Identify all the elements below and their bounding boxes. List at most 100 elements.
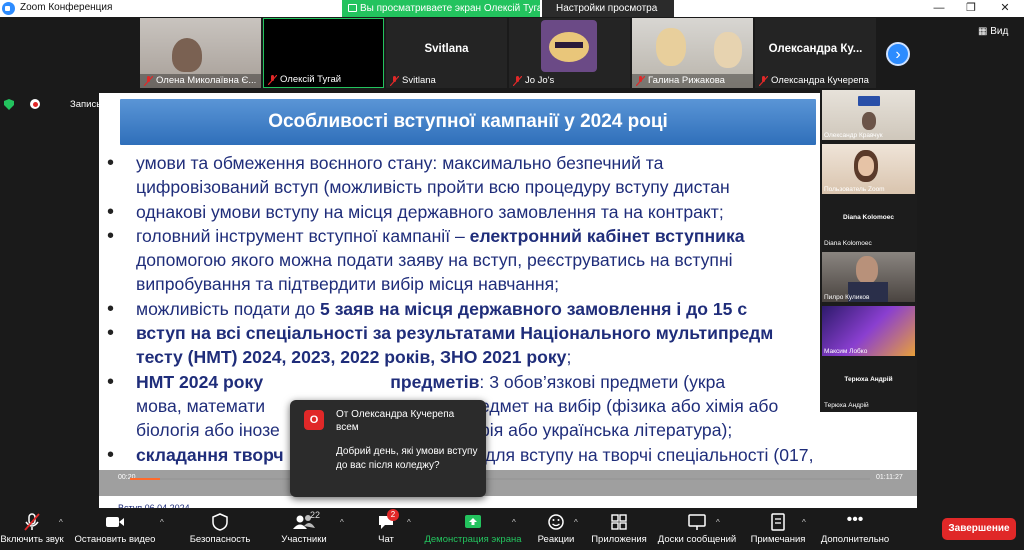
participant-name: Олена Миколаївна Є... <box>156 75 257 86</box>
share-options-caret[interactable]: ^ <box>512 518 516 527</box>
notes-button[interactable]: Примечания <box>746 512 810 548</box>
side-participant[interactable]: Diana Kolomoec Diana Kolomoec <box>822 198 915 248</box>
slide-text-run: 5 заяв на місця державного замовлення і … <box>320 298 748 319</box>
slide-bullet-line: вступ на всі спеціальності за результата… <box>107 321 917 346</box>
stop-video-label: Остановить видео <box>74 534 156 545</box>
mic-muted-icon <box>144 76 153 86</box>
slide-text-run: : 3 обов’язкові предмети (укра <box>479 371 726 392</box>
slide-text-run: Т для вступу на творчі спеціальності (01… <box>469 444 814 465</box>
stop-video-button[interactable]: Остановить видео <box>72 512 158 548</box>
chat-notification[interactable]: О От Олександра Кучерепа всем Добрий ден… <box>290 400 486 497</box>
slide-text-run <box>268 372 390 392</box>
share-screen-button[interactable]: Демонстрация экрана <box>424 512 522 548</box>
slide-text-run: вступ на всі спеціальності за результата… <box>136 323 774 344</box>
slide-text-run: цифровізований вступ (можливість пройти … <box>136 177 730 198</box>
participants-label: Участники <box>281 534 327 545</box>
side-participant-name: Пользователь Zoom <box>824 186 885 193</box>
sender-avatar: О <box>304 410 324 430</box>
view-button[interactable]: ▦ Вид <box>978 26 1008 37</box>
whiteboards-button[interactable]: Доски сообщений <box>656 512 738 548</box>
slide-text-run: умови та обмеження воєнного стану: макси… <box>136 153 664 173</box>
slide-text-run: НМТ 2024 року <box>136 371 268 392</box>
chat-badge: 2 <box>387 509 399 521</box>
next-page-arrow-icon[interactable]: › <box>886 42 910 66</box>
side-participant-big-name: Терюха Андрій <box>844 376 893 383</box>
mic-muted-icon <box>390 76 399 86</box>
participants-count: 22 <box>310 510 321 520</box>
slide-text-run: випробування та підтвердити вибір місця … <box>136 274 559 295</box>
slide-continuation-line: тесту (НМТ) 2024, 2023, 2022 років, ЗНО … <box>107 345 917 369</box>
participant-column: Олександр Кравчук Пользователь Zoom Dian… <box>820 90 917 412</box>
side-participant[interactable]: Пользователь Zoom <box>822 144 915 194</box>
close-button[interactable]: ✕ <box>990 0 1020 17</box>
audio-options-caret[interactable]: ^ <box>59 518 63 527</box>
slide-bullet-line: складання творч Т для вступу на творчі с… <box>107 443 917 468</box>
side-participant-name: Diana Kolomoec <box>824 240 872 247</box>
share-banner: Вы просматриваете экран Олексій Тугай <box>342 0 548 17</box>
notes-options-caret[interactable]: ^ <box>802 518 806 527</box>
participant-thumb-active[interactable]: Олексій Тугай <box>263 18 384 88</box>
minimize-button[interactable]: — <box>924 0 954 17</box>
side-participant-name: Терюха Андрій <box>824 402 869 409</box>
chat-recipient: всем <box>336 422 359 433</box>
chat-options-caret[interactable]: ^ <box>407 518 411 527</box>
reactions-button[interactable]: Реакции <box>534 512 578 548</box>
end-meeting-button[interactable]: Завершение <box>942 518 1016 540</box>
whiteboard-icon <box>688 514 706 530</box>
side-participant[interactable]: Максим Лобко <box>822 306 915 356</box>
view-settings-button[interactable]: Настройки просмотра <box>542 0 674 17</box>
slide-text-run: мова, математи <box>136 395 266 416</box>
mic-muted-icon <box>24 513 40 531</box>
side-participant[interactable]: Пилро Куликов <box>822 252 915 302</box>
maximize-button[interactable]: ❐ <box>956 0 986 17</box>
total-time: 01:11:27 <box>876 474 903 481</box>
side-participant[interactable]: Олександр Кравчук <box>822 90 915 140</box>
whiteboard-options-caret[interactable]: ^ <box>716 518 720 527</box>
more-button[interactable]: ••• Дополнительно <box>818 512 892 548</box>
smile-icon <box>548 514 564 530</box>
slide-bullet-line: умови та обмеження воєнного стану: макси… <box>107 151 917 176</box>
record-icon <box>30 99 40 109</box>
apps-button[interactable]: Приложения <box>590 512 648 548</box>
participant-thumb[interactable]: Галина Рижакова <box>632 18 753 88</box>
whiteboards-label: Доски сообщений <box>657 534 737 545</box>
slide-text-run: складання творч <box>136 444 284 465</box>
apps-icon <box>611 514 627 530</box>
participant-name: Jo Jo's <box>525 75 555 86</box>
reactions-label: Реакции <box>537 534 575 545</box>
participant-thumb[interactable]: Олександра Ку... Олександра Кучерепа <box>755 18 876 88</box>
slide-bullet-line: однакові умови вступу на місця державног… <box>107 200 917 225</box>
notes-icon <box>771 513 785 531</box>
unmute-button[interactable]: Включить звук <box>0 512 64 548</box>
chat-button[interactable]: 2 Чат <box>368 509 404 548</box>
shield-icon <box>212 513 228 531</box>
share-screen-label: Демонстрация экрана <box>424 534 522 545</box>
slide-continuation-line: мова, математи предмет на вибір (фізика … <box>107 394 917 418</box>
participant-video <box>656 28 686 66</box>
security-button[interactable]: Безопасность <box>186 512 254 548</box>
participant-thumb[interactable]: Олена Миколаївна Є... <box>140 18 261 88</box>
side-participant[interactable]: Терюха Андрій Терюха Андрій <box>822 360 915 410</box>
slide-continuation-line: випробування та підтвердити вибір місця … <box>107 272 917 296</box>
slide-text-run: предметів <box>390 371 480 392</box>
slide-text-run: допомогою якого можна подати заяву на вс… <box>136 250 733 271</box>
video-options-caret[interactable]: ^ <box>160 518 164 527</box>
participant-thumb[interactable]: Jo Jo's <box>509 18 630 88</box>
slide-text-run: предмет на вибір (фізика або хімія або <box>460 395 779 416</box>
slide-text-run: рафія або українська література); <box>455 420 733 441</box>
chat-sender: От Олександра Кучерепа <box>336 409 455 420</box>
side-participant-big-name: Diana Kolomoec <box>843 214 894 221</box>
participants-button[interactable]: 22 Участники <box>276 510 332 548</box>
notes-label: Примечания <box>750 534 806 545</box>
slide-body: умови та обмеження воєнного стану: макси… <box>107 151 917 467</box>
apps-label: Приложения <box>591 534 647 545</box>
participants-options-caret[interactable]: ^ <box>340 518 344 527</box>
reactions-options-caret[interactable]: ^ <box>574 518 578 527</box>
mic-muted-icon <box>513 76 522 86</box>
slide-bullet-line: НМТ 2024 року предметів: 3 обов’язкові п… <box>107 370 917 395</box>
unmute-label: Включить звук <box>0 534 64 545</box>
screen-share-icon <box>348 4 357 12</box>
participant-thumb[interactable]: Svitlana Svitlana <box>386 18 507 88</box>
progress-track[interactable] <box>130 478 870 480</box>
slide-continuation-line: цифровізований вступ (можливість пройти … <box>107 175 917 199</box>
